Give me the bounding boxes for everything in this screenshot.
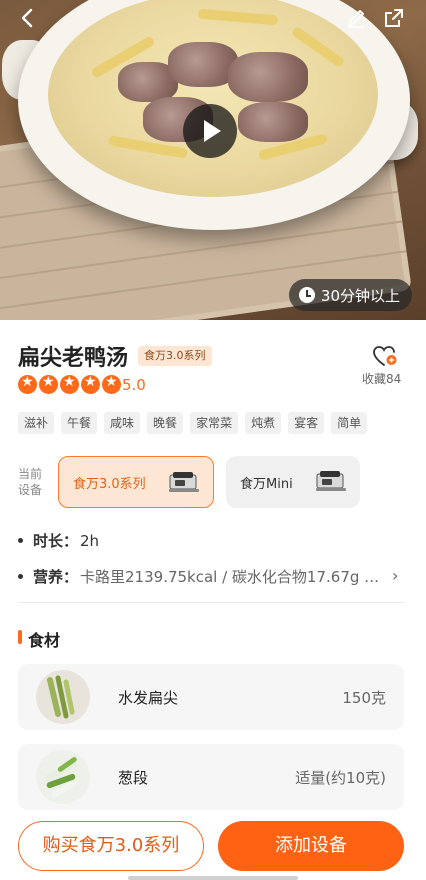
ingredients-title: 食材 [28,631,61,650]
cooker-machine-icon [169,472,199,492]
tag[interactable]: 午餐 [61,412,98,434]
tag[interactable]: 简单 [331,412,368,434]
heart-add-icon[interactable] [372,344,398,368]
duration-row: 时长： 2h [18,530,99,551]
duration-key: 时长： [33,532,79,550]
nutrition-value: 卡路里2139.75kcal / 碳水化合物17.67g … [80,568,380,586]
tag-list: 滋补 午餐 咸味 晚餐 家常菜 炖煮 宴客 简单 [18,412,368,434]
tag[interactable]: 家常菜 [190,412,239,434]
tag[interactable]: 晚餐 [147,412,184,434]
duck-piece [228,52,308,102]
edit-icon[interactable] [344,6,368,30]
duration-badge: 30分钟以上 [288,279,412,311]
tag[interactable]: 滋补 [18,412,55,434]
ingredient-name: 葱段 [118,769,149,787]
ingredient-quantity: 适量(约10克) [295,769,386,787]
device-option[interactable]: 食万Mini [226,456,360,508]
recipe-video-cover[interactable]: 30分钟以上 [0,0,426,320]
nutrition-row[interactable]: 营养： 卡路里2139.75kcal / 碳水化合物17.67g … [18,566,379,587]
cooker-machine-icon [316,471,346,491]
device-label: 当前设备 [18,467,43,497]
recipe-title: 扁尖老鸭汤 [18,346,129,371]
divider [18,602,404,603]
tag[interactable]: 宴客 [288,412,325,434]
nutrition-key: 营养： [33,568,79,586]
duck-piece [238,102,308,142]
device-name: 食万3.0系列 [73,476,146,492]
star-icon [102,374,121,394]
play-icon[interactable] [183,104,237,158]
section-accent-bar [18,630,22,644]
star-icon [39,374,58,394]
ingredient-quantity: 150克 [342,689,386,707]
device-name: 食万Mini [240,476,293,492]
home-indicator [128,876,298,880]
device-option-active[interactable]: 食万3.0系列 [58,456,214,508]
clock-icon [298,287,315,303]
soup-graphic [48,0,378,197]
ingredient-name: 水发扁尖 [118,689,179,707]
scallion-image [36,750,90,804]
tag[interactable]: 咸味 [104,412,141,434]
bamboo-shoot-image [36,670,90,724]
favorite-count[interactable]: 收藏84 [362,370,401,387]
chevron-right-icon[interactable]: › [392,566,398,585]
tag[interactable]: 炖煮 [245,412,282,434]
rating-stars [18,374,121,394]
star-icon [60,374,79,394]
bullet [18,574,23,579]
buy-device-button[interactable]: 购买食万3.0系列 [18,821,204,871]
series-badge: 食万3.0系列 [138,346,212,366]
duration-text: 30分钟以上 [320,286,400,305]
star-icon [18,374,37,394]
rating-value: 5.0 [122,376,146,394]
add-device-button[interactable]: 添加设备 [218,821,404,871]
bamboo-shoot [197,8,279,26]
back-icon[interactable] [16,6,40,30]
star-icon [81,374,100,394]
ingredient-row[interactable]: 水发扁尖 150克 [18,664,404,730]
ingredient-row[interactable]: 葱段 适量(约10克) [18,744,404,810]
duration-value: 2h [80,531,100,550]
bullet [18,538,23,543]
share-icon[interactable] [382,6,406,30]
